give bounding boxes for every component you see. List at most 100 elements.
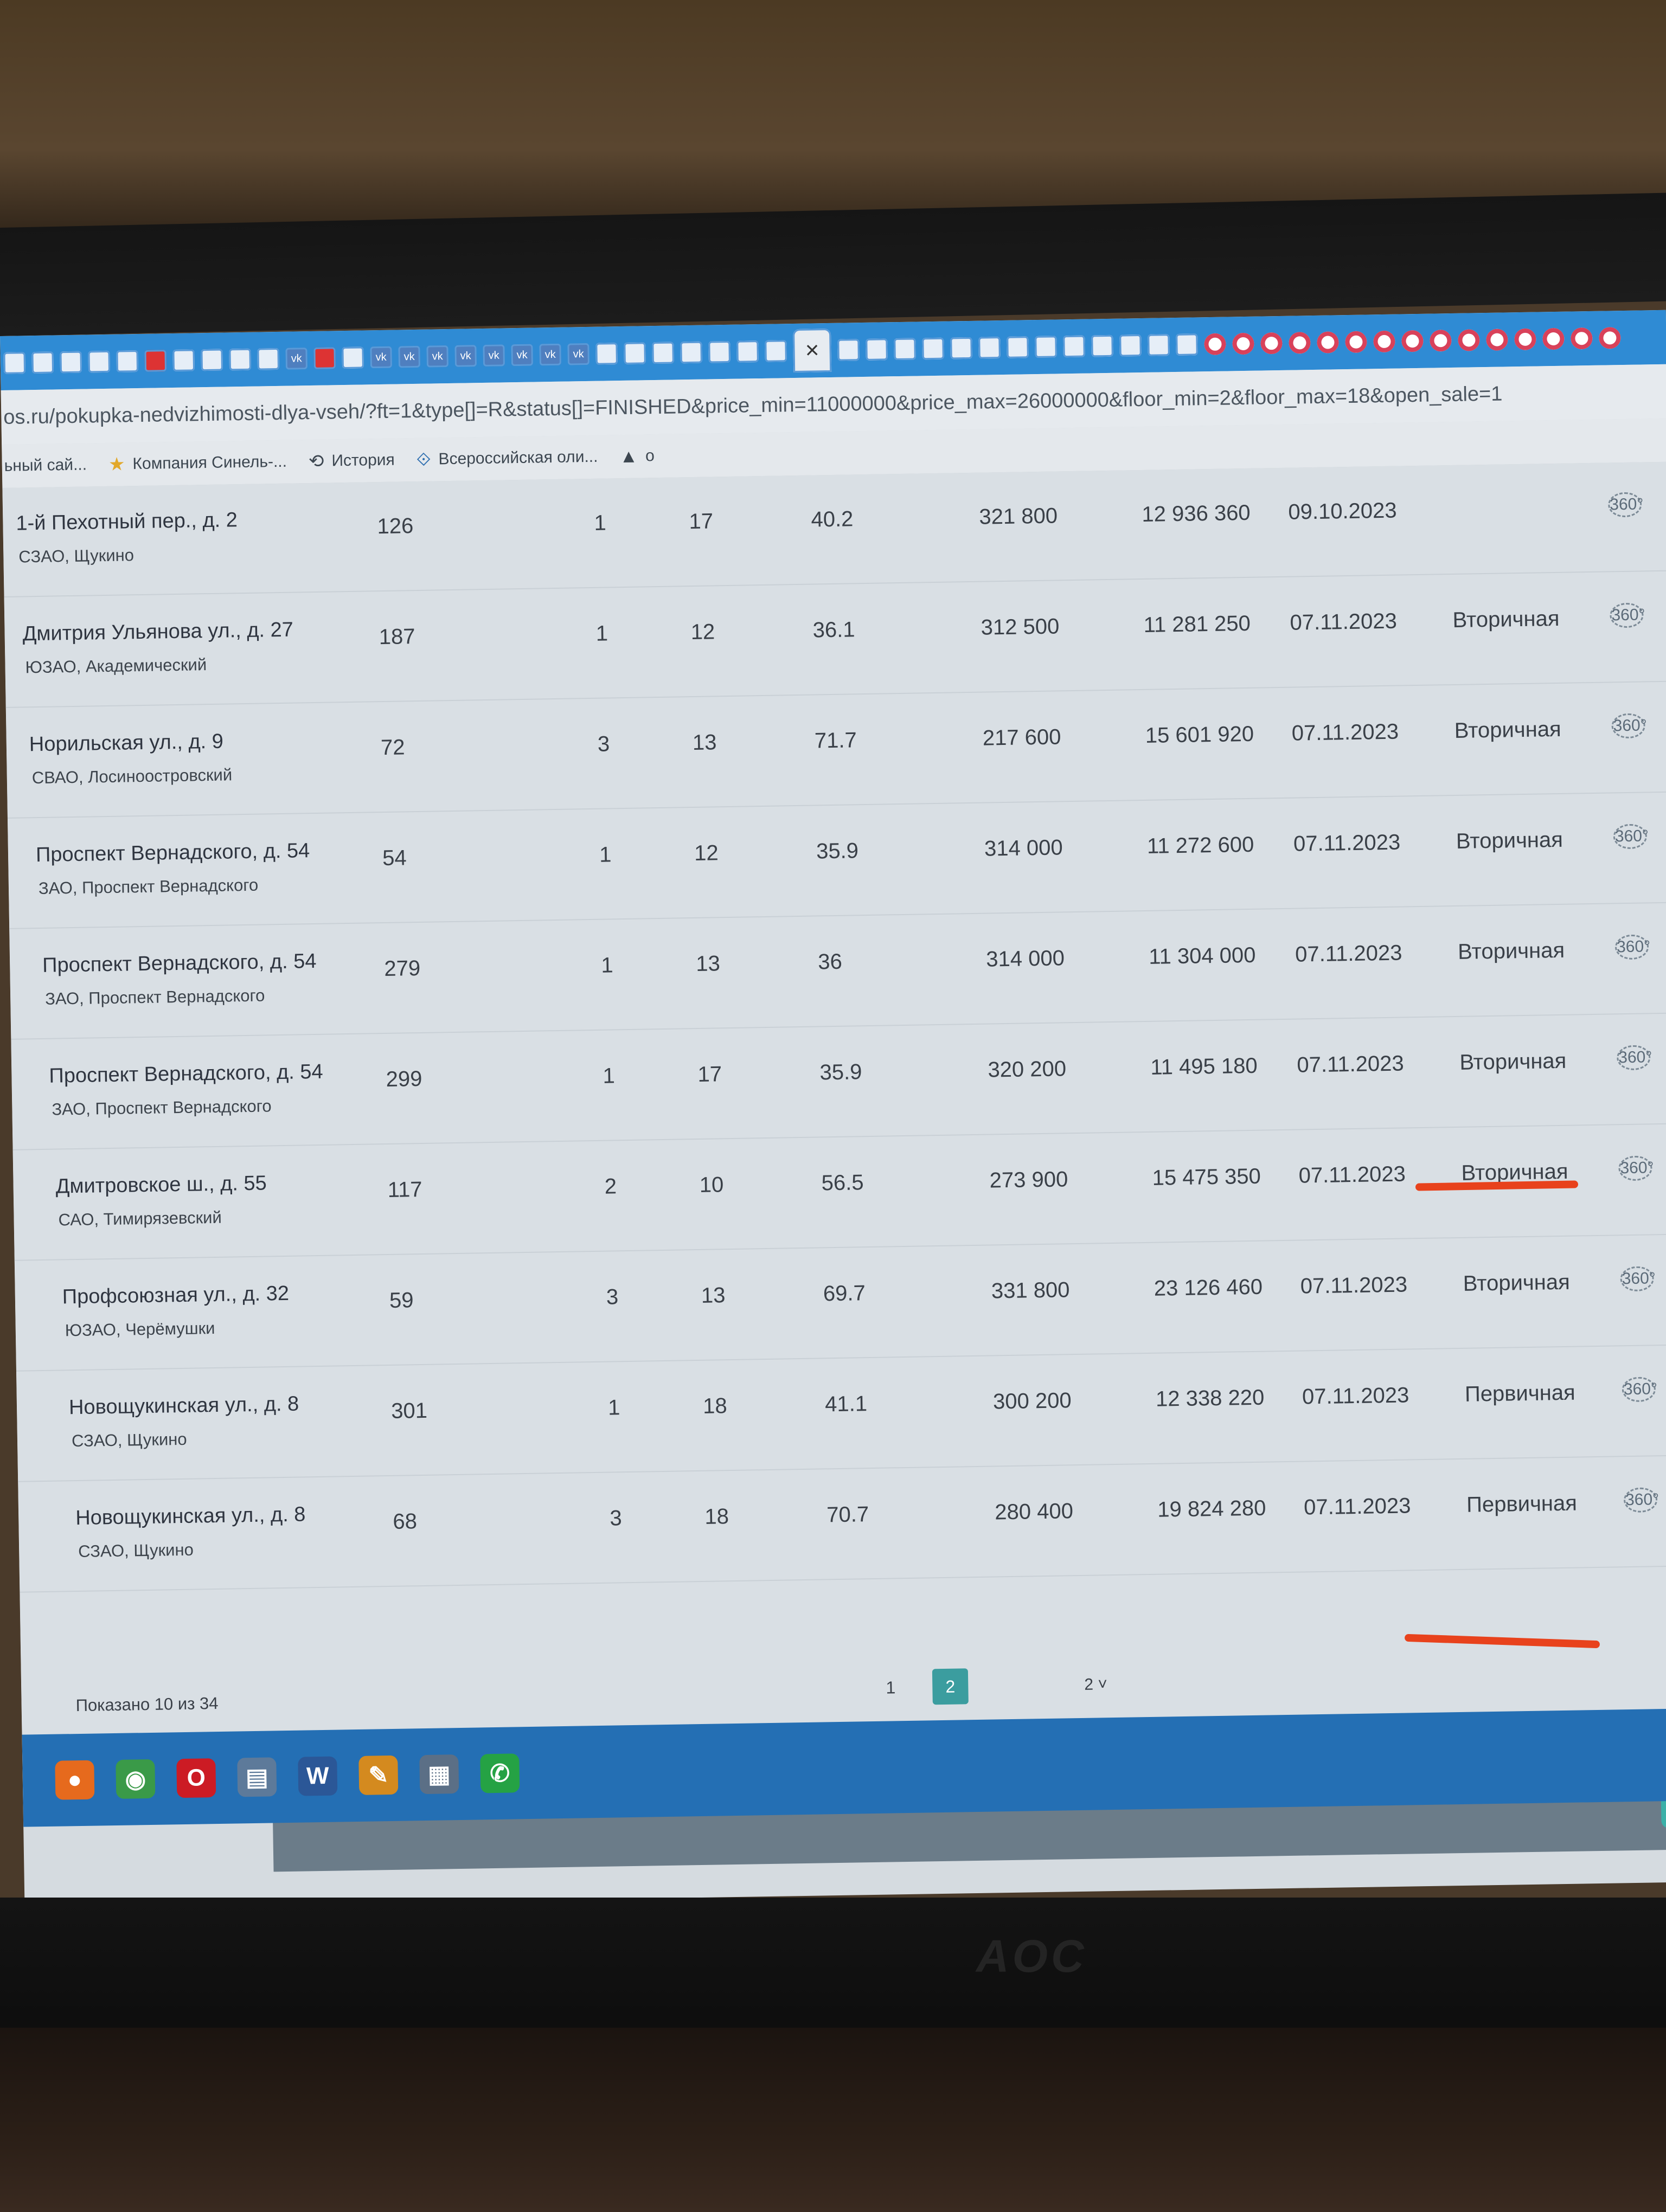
page-tab-icon[interactable] [201, 349, 223, 371]
word-icon[interactable]: W [298, 1756, 338, 1796]
page-tab-icon[interactable] [172, 349, 195, 371]
page-tab-icon[interactable] [978, 337, 1001, 359]
olympiad-icon: ⟐ [416, 449, 431, 470]
view-360-icon[interactable]: 360° [1616, 1045, 1652, 1071]
num-cell: 279 [384, 956, 421, 981]
floor-cell: 17 [697, 1062, 722, 1086]
page-tab-icon[interactable] [116, 350, 139, 372]
bookmark-history[interactable]: ⟲ История [309, 449, 395, 472]
page-tab-icon[interactable] [765, 340, 787, 362]
calculator-icon[interactable]: ▦ [419, 1754, 459, 1795]
page-tab-icon[interactable] [1063, 335, 1085, 358]
page-tab-icon[interactable] [950, 337, 972, 359]
opera-tab-icon[interactable] [1345, 331, 1367, 353]
opera-icon[interactable]: O [176, 1758, 216, 1798]
price-cell: 23 126 460 [1154, 1275, 1263, 1301]
page-tab-icon[interactable] [894, 338, 916, 361]
vk-tab-icon[interactable]: vk [454, 345, 477, 367]
bookmark-company[interactable]: ★ Компания Синель-... [108, 451, 287, 475]
red-tab-icon[interactable] [313, 347, 336, 369]
date-cell: 07.11.2023 [1298, 1162, 1406, 1188]
vk-tab-icon[interactable]: vk [483, 344, 505, 367]
vk-tab-icon[interactable]: vk [511, 344, 533, 366]
page-tab-icon[interactable] [922, 337, 944, 360]
vk-tab-icon[interactable]: vk [567, 343, 589, 365]
page-tab-icon[interactable] [680, 341, 702, 364]
chrome-icon[interactable]: ◉ [116, 1759, 156, 1799]
page-tab-icon[interactable] [652, 342, 674, 364]
view-360-icon[interactable]: 360° [1623, 1487, 1659, 1513]
page-tab-icon[interactable] [229, 348, 252, 371]
num-cell: 187 [379, 625, 415, 650]
opera-tab-icon[interactable] [1232, 332, 1254, 355]
vk-tab-icon[interactable]: vk [539, 343, 561, 366]
page-button-1[interactable]: 1 [873, 1669, 909, 1706]
page-tab-icon[interactable] [1091, 335, 1113, 357]
monitor-brand-logo: AOC [976, 1931, 1087, 1982]
view-360-icon[interactable]: 360° [1614, 934, 1650, 960]
page-tab-icon[interactable] [31, 351, 54, 374]
bookmark-mountain[interactable]: ▲ о [619, 446, 655, 467]
opera-tab-icon[interactable] [1317, 331, 1339, 353]
opera-tab-icon[interactable] [1486, 329, 1508, 351]
price-m2-cell: 217 600 [982, 725, 1061, 750]
whatsapp-icon[interactable]: ✆ [480, 1753, 520, 1793]
opera-tab-icon[interactable] [1599, 327, 1621, 349]
red-tab-icon[interactable] [144, 350, 167, 372]
opera-tab-icon[interactable] [1401, 330, 1424, 352]
page-tab-icon[interactable] [736, 340, 759, 363]
vk-tab-icon[interactable]: vk [370, 346, 393, 369]
per-page-select[interactable]: 2 ˅ [1084, 1675, 1107, 1694]
address-text: Дмитрия Ульянова ул., д. 27 [22, 618, 294, 646]
page-tab-icon[interactable] [3, 352, 26, 374]
close-tab-icon[interactable]: × [792, 328, 832, 373]
opera-tab-icon[interactable] [1542, 327, 1565, 350]
page-tab-icon[interactable] [1035, 336, 1057, 358]
opera-tab-icon[interactable] [1571, 327, 1593, 350]
firefox-icon[interactable]: ● [55, 1760, 95, 1800]
view-360-icon[interactable]: 360° [1611, 713, 1647, 739]
page-tab-icon[interactable] [1148, 334, 1170, 356]
page-tab-icon[interactable] [257, 348, 280, 370]
view-360-icon[interactable]: 360° [1607, 492, 1644, 518]
page-tab-icon[interactable] [708, 340, 731, 363]
vk-tab-icon[interactable]: vk [426, 345, 448, 368]
page-tab-icon[interactable] [1119, 334, 1142, 357]
page-tab-icon[interactable] [1176, 333, 1198, 356]
page-tab-icon[interactable] [624, 342, 646, 364]
page-tab-icon[interactable] [866, 338, 888, 361]
page-tab-icon[interactable] [60, 351, 82, 374]
bookmark-site[interactable]: ьный сай... [4, 456, 87, 475]
price-cell: 11 495 180 [1150, 1053, 1258, 1079]
page-tab-icon[interactable] [88, 350, 111, 373]
bookmark-label: История [331, 451, 395, 470]
page-button-2[interactable]: 2 [932, 1668, 969, 1705]
view-360-icon[interactable]: 360° [1618, 1155, 1654, 1181]
address-text: Новощукинская ул., д. 8 [68, 1392, 299, 1419]
bookmark-olympiad[interactable]: ⟐ Всероссийская оли... [416, 446, 598, 470]
view-360-icon[interactable]: 360° [1613, 824, 1649, 850]
district-text: ЗАО, Проспект Вернадского [38, 875, 259, 898]
opera-tab-icon[interactable] [1458, 329, 1480, 351]
star-icon: ★ [108, 454, 125, 475]
opera-tab-icon[interactable] [1289, 332, 1311, 354]
opera-tab-icon[interactable] [1514, 328, 1536, 351]
view-360-icon[interactable]: 360° [1610, 602, 1645, 628]
vk-tab-icon[interactable]: vk [398, 345, 421, 368]
page-tab-icon[interactable] [342, 346, 364, 369]
opera-tab-icon[interactable] [1260, 332, 1283, 355]
view-360-icon[interactable]: 360° [1622, 1377, 1657, 1403]
page-tab-icon[interactable] [1007, 336, 1029, 358]
opera-tab-icon[interactable] [1430, 329, 1452, 352]
view-360-icon[interactable]: 360° [1620, 1266, 1656, 1292]
vk-tab-icon[interactable]: vk [285, 348, 308, 370]
bookmark-label: Всероссийская оли... [438, 447, 598, 468]
opera-tab-icon[interactable] [1204, 333, 1226, 356]
market-cell: Вторичная [1459, 1049, 1567, 1075]
page-tab-icon[interactable] [837, 339, 860, 361]
floppy-icon[interactable]: ▤ [237, 1757, 277, 1797]
num-cell: 59 [389, 1288, 414, 1313]
opera-tab-icon[interactable] [1373, 330, 1395, 353]
bat-icon[interactable]: ✎ [358, 1755, 399, 1795]
page-tab-icon[interactable] [595, 343, 618, 365]
